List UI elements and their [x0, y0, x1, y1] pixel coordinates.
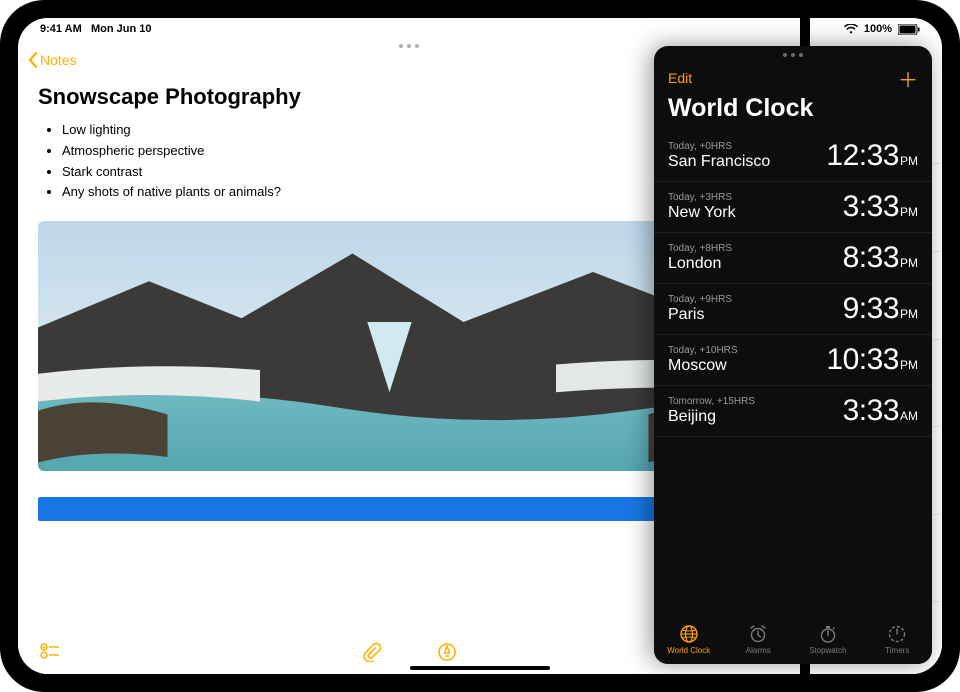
clock-row[interactable]: Today, +8HRSLondon8:33PM	[654, 233, 932, 284]
add-clock-button[interactable]: ＋	[898, 64, 918, 93]
alarm-icon	[748, 624, 768, 644]
notes-back-label: Notes	[40, 52, 77, 68]
edit-button[interactable]: Edit	[668, 70, 692, 86]
tab-timers[interactable]: Timers	[863, 614, 933, 664]
tab-stopwatch[interactable]: Stopwatch	[793, 614, 863, 664]
clock-row[interactable]: Today, +3HRSNew York3:33PM	[654, 182, 932, 233]
markup-icon	[437, 642, 457, 662]
clock-row[interactable]: Today, +0HRSSan Francisco12:33PM	[654, 131, 932, 182]
tab-alarms[interactable]: Alarms	[724, 614, 794, 664]
clock-row[interactable]: Today, +10HRSMoscow10:33PM	[654, 335, 932, 386]
clock-title: World Clock	[654, 92, 932, 131]
clock-slideover[interactable]: Edit ＋ World Clock Today, +0HRSSan Franc…	[654, 46, 932, 664]
paperclip-icon	[361, 642, 381, 662]
timer-icon	[887, 624, 907, 644]
globe-icon	[679, 624, 699, 644]
clock-row[interactable]: Tomorrow, +15HRSBeijing3:33AM	[654, 386, 932, 437]
clock-list[interactable]: Today, +0HRSSan Francisco12:33PM Today, …	[654, 131, 932, 614]
stopwatch-icon	[818, 624, 838, 644]
markup-button[interactable]	[437, 642, 457, 667]
checklist-button[interactable]	[40, 642, 60, 667]
multitask-pill[interactable]	[387, 44, 431, 48]
notes-back-button[interactable]: Notes	[28, 52, 77, 68]
attach-button[interactable]	[361, 642, 381, 667]
clock-row[interactable]: Today, +9HRSParis9:33PM	[654, 284, 932, 335]
screen: 9:41 AM Mon Jun 10 100% Notes	[18, 18, 942, 674]
tab-world-clock[interactable]: World Clock	[654, 614, 724, 664]
ipad-bezel: 9:41 AM Mon Jun 10 100% Notes	[0, 0, 960, 692]
clock-tabbar: World Clock Alarms Stopwatch Timers	[654, 614, 932, 664]
slideover-grab[interactable]	[654, 46, 932, 64]
chevron-left-icon	[28, 52, 38, 68]
checklist-icon	[40, 642, 60, 662]
home-indicator[interactable]	[410, 666, 550, 670]
